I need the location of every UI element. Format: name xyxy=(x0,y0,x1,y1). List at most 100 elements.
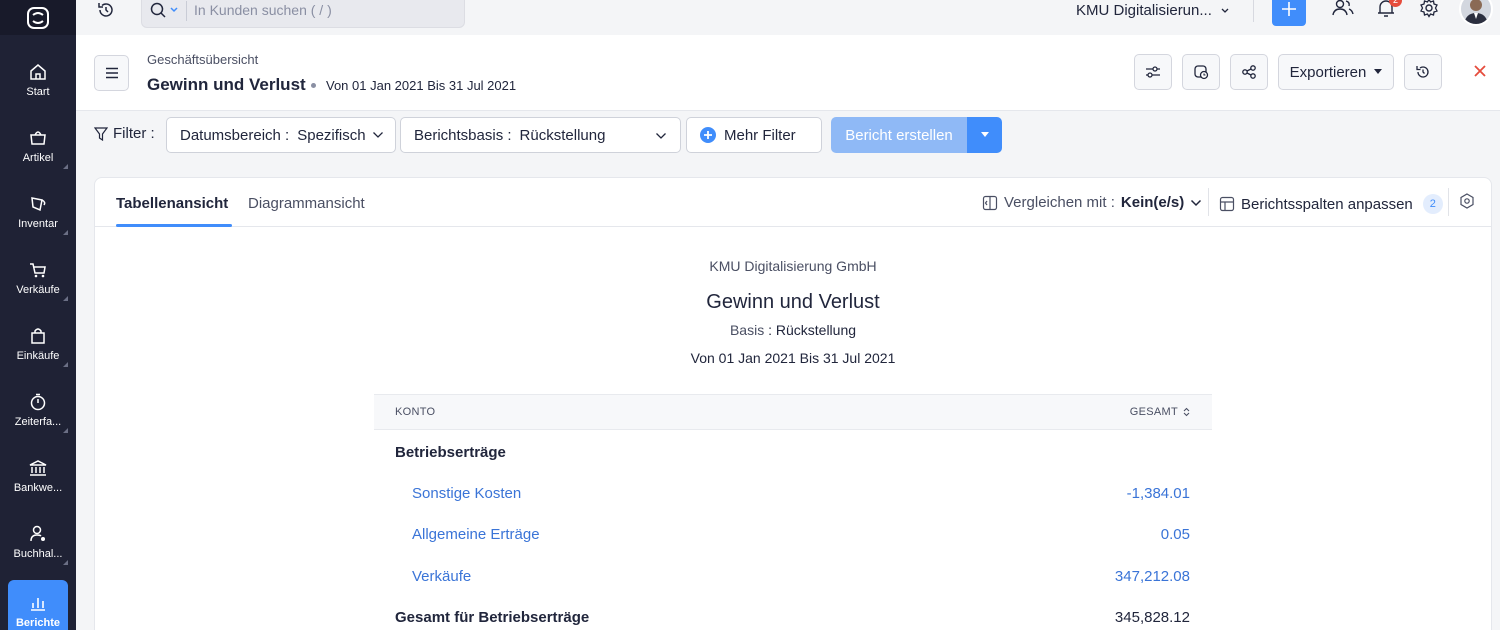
amount-link[interactable]: -1,384.01 xyxy=(1127,485,1190,502)
report-basis-key: Berichtsbasis : xyxy=(414,126,512,144)
chart-icon xyxy=(31,597,45,611)
funnel-icon xyxy=(94,126,108,141)
table-header: KONTO GESAMT xyxy=(374,394,1212,430)
sidebar-item-zeiterfassung[interactable]: Zeiterfa... xyxy=(0,379,76,441)
breadcrumb[interactable]: Geschäftsübersicht xyxy=(147,52,258,67)
run-report-options-button[interactable] xyxy=(967,117,1002,153)
columns-icon xyxy=(1219,196,1235,212)
customize-columns-label: Berichtsspalten anpassen xyxy=(1241,195,1413,213)
report-header: Geschäftsübersicht Gewinn und Verlust Vo… xyxy=(76,35,1500,111)
chevron-down-icon xyxy=(1221,8,1229,13)
compare-icon xyxy=(982,195,998,210)
quick-create-button[interactable] xyxy=(1272,0,1306,26)
sidebar-item-label: Buchhal... xyxy=(13,547,63,560)
users-icon[interactable] xyxy=(1332,0,1354,18)
bank-icon xyxy=(29,459,47,476)
amount-link[interactable]: 0.05 xyxy=(1161,526,1190,543)
section-row: Betriebserträge xyxy=(374,432,1212,473)
share-icon xyxy=(1242,65,1256,79)
sidebar-item-bankwesen[interactable]: Bankwe... xyxy=(0,445,76,507)
table-row: Verkäufe 347,212.08 xyxy=(374,556,1212,597)
search-box[interactable] xyxy=(141,0,465,28)
sidebar-item-label: Inventar xyxy=(18,217,58,230)
header-date-range: Von 01 Jan 2021 Bis 31 Jul 2021 xyxy=(326,78,517,93)
inventory-icon xyxy=(31,196,46,211)
close-icon[interactable] xyxy=(1472,63,1488,79)
compare-value: Kein(e/s) xyxy=(1120,194,1185,211)
submenu-indicator xyxy=(63,296,68,301)
report-basis-dropdown[interactable]: Berichtsbasis : Rückstellung xyxy=(400,117,681,153)
sidebar-item-label: Einkäufe xyxy=(16,349,60,362)
org-switcher[interactable]: KMU Digitalisierun... xyxy=(1076,2,1230,19)
sliders-icon xyxy=(1146,66,1160,78)
compare-dropdown[interactable]: Vergleichen mit : Kein(e/s) xyxy=(982,194,1202,211)
report-menu-button[interactable] xyxy=(94,55,129,91)
org-name: KMU Digitalisierun... xyxy=(1076,2,1212,19)
columns-count-badge: 2 xyxy=(1422,194,1443,214)
schedule-button[interactable] xyxy=(1182,54,1220,90)
date-range-dropdown[interactable]: Datumsbereich : Spezifisch xyxy=(166,117,396,153)
home-icon xyxy=(30,63,46,80)
search-icon[interactable] xyxy=(150,2,180,18)
separator-dot xyxy=(311,83,316,88)
export-button[interactable]: Exportieren xyxy=(1278,54,1394,90)
sidebar-item-start[interactable]: Start xyxy=(0,49,76,111)
sidebar-item-label: Artikel xyxy=(22,151,54,164)
report-basis: Basis : Rückstellung xyxy=(729,322,857,338)
account-link[interactable]: Verkäufe xyxy=(412,568,471,585)
amount-link[interactable]: 347,212.08 xyxy=(1115,568,1190,585)
page-title: Gewinn und Verlust xyxy=(147,75,306,94)
submenu-indicator xyxy=(63,560,68,565)
sidebar-item-verkaeufe[interactable]: Verkäufe xyxy=(0,247,76,309)
report-panel: Tabellenansicht Diagrammansicht Vergleic… xyxy=(94,177,1492,630)
chevron-down-icon xyxy=(1191,199,1202,206)
plus-icon xyxy=(1282,2,1296,16)
customize-columns-button[interactable]: Berichtsspalten anpassen 2 xyxy=(1219,194,1443,214)
bag-icon xyxy=(31,327,45,344)
tab-table-view[interactable]: Tabellenansicht xyxy=(116,195,228,212)
avatar[interactable] xyxy=(1459,0,1493,26)
divider xyxy=(1448,188,1449,216)
search-input[interactable] xyxy=(194,0,454,21)
divider xyxy=(186,1,187,21)
schedule-icon xyxy=(1194,65,1209,80)
refresh-button[interactable] xyxy=(1404,54,1442,90)
settings-icon[interactable] xyxy=(1459,193,1475,209)
cart-icon xyxy=(30,262,46,277)
view-tabs: Tabellenansicht Diagrammansicht Vergleic… xyxy=(95,178,1491,227)
active-tab-indicator xyxy=(116,224,232,227)
total-label: Gesamt für Betriebserträge xyxy=(395,609,590,626)
caret-down-icon xyxy=(1374,69,1383,74)
customize-button[interactable] xyxy=(1134,54,1172,90)
caret-down-icon xyxy=(980,132,989,137)
tab-chart-view[interactable]: Diagrammansicht xyxy=(248,195,365,212)
account-link[interactable]: Allgemeine Erträge xyxy=(412,526,540,543)
sort-icon xyxy=(1183,407,1190,417)
report-basis-value: Rückstellung xyxy=(519,126,606,144)
total-value: 345,828.12 xyxy=(1114,609,1190,626)
table-row: Allgemeine Erträge 0.05 xyxy=(374,514,1212,555)
history-icon[interactable] xyxy=(96,0,116,20)
account-link[interactable]: Sonstige Kosten xyxy=(412,485,521,502)
report-org-name: KMU Digitalisierung GmbH xyxy=(709,258,877,274)
report-date-range: Von 01 Jan 2021 Bis 31 Jul 2021 xyxy=(690,350,896,366)
chevron-down-icon xyxy=(656,133,666,139)
sidebar-item-label: Zeiterfa... xyxy=(14,415,62,428)
sidebar: Start Artikel Inventar Verkäufe Einkäufe… xyxy=(0,0,76,630)
accountant-icon xyxy=(30,525,45,541)
sidebar-item-inventar[interactable]: Inventar xyxy=(0,181,76,243)
books-logo-icon[interactable] xyxy=(0,0,76,35)
share-button[interactable] xyxy=(1230,54,1268,90)
run-report-button[interactable]: Bericht erstellen xyxy=(831,117,967,153)
sidebar-item-berichte[interactable]: Berichte xyxy=(0,580,76,630)
divider xyxy=(1253,0,1254,22)
more-filters-button[interactable]: Mehr Filter xyxy=(686,117,822,153)
column-header-total[interactable]: GESAMT xyxy=(1130,406,1190,418)
sidebar-item-artikel[interactable]: Artikel xyxy=(0,115,76,177)
submenu-indicator xyxy=(63,230,68,235)
sidebar-item-buchhaltung[interactable]: Buchhal... xyxy=(0,511,76,573)
chevron-down-icon xyxy=(372,132,383,138)
compare-label: Vergleichen mit : xyxy=(1004,194,1115,211)
gear-icon[interactable] xyxy=(1419,0,1439,18)
sidebar-item-einkaeufe[interactable]: Einkäufe xyxy=(0,313,76,375)
